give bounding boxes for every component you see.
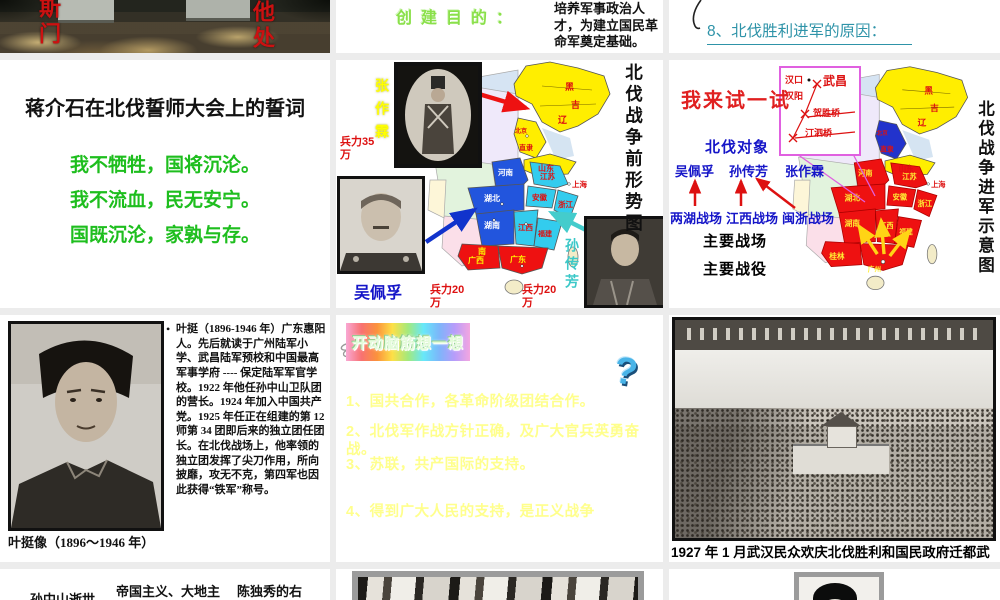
svg-text:直隶: 直隶 [519,143,533,152]
gate-structure-left [58,0,114,23]
portrait-hair [813,583,857,600]
target-wu-peifu: 吴佩孚 [675,164,715,179]
oath-line-2: 我不流血，民无安宁。 [69,190,260,211]
answer-1: 1、国共合作，各革命阶级团结合作。 [346,394,595,410]
curly-brace-icon [692,0,702,30]
target-zhang-zuolin: 张作霖 [785,164,825,179]
portrait-sketch [794,572,884,600]
banner-characters [687,328,981,340]
slide-victory-reasons[interactable]: 8、北伐胜利进军的原因： [669,0,1000,53]
wuhan-crowd-photo [672,317,996,541]
try-heading: 我来试一试 [681,90,791,112]
svg-text:福建: 福建 [537,229,553,238]
gate-structure-right [186,0,250,21]
target-sun-chuanfang: 孙传芳 [729,164,769,179]
wu-peifu-photo [337,176,425,274]
answer-3: 3、苏联，共产国际的支持。 [346,457,535,473]
slide-gate-photo[interactable]: 斯门 他处 [0,0,330,53]
building-photo [352,571,644,600]
slide-partial-photo[interactable] [336,569,663,600]
svg-text:辽: 辽 [918,116,927,127]
yeting-bio-block: • 叶挺（1896-1946 年）广东惠阳人。先后就读于广州陆军小学、武昌陆军预… [166,322,326,498]
advance-map-title: 北伐战争进军示意图 [975,100,994,276]
svg-text:辽: 辽 [558,114,568,125]
reasons-heading: 8、北伐胜利进军的原因： [707,19,913,45]
wu-force-label: 兵力20万 [430,284,465,308]
svg-text:湖北: 湖北 [484,193,500,203]
sky-band [675,350,993,408]
svg-text:广东: 广东 [510,254,526,264]
slide-partial-portrait[interactable] [669,569,1000,600]
zhang-force-label: 兵力35万 [340,136,375,161]
rainbow-banner: 开动脑筋想一想 [346,323,470,361]
slide-grid-page: 斯门 他处 创建目的： 培养军事政治人才，为建立国民革命军奠定基础。 8、北伐胜… [0,0,1000,600]
white-wall [793,444,889,474]
purpose-heading: 创建目的： [396,10,522,27]
oath-line-3: 国既沉沦，家孰与存。 [69,225,260,246]
yeting-bio-text: 叶挺（1896-1946 年）广东惠阳人。先后就读于广州陆军小学、武昌陆军预校和… [176,323,326,496]
wu-peifu-label: 吴佩孚 [354,285,403,302]
svg-text:安徽: 安徽 [893,192,908,201]
svg-text:河南: 河南 [498,167,513,177]
svg-text:上海: 上海 [931,180,946,189]
svg-text:广西: 广西 [468,255,484,265]
svg-text:北京: 北京 [876,129,888,137]
question-mark-icon: ? [610,349,641,395]
zhang-zuolin-photo [394,62,482,168]
slide-yeting[interactable]: 叶挺像（1896～1946 年） • 叶挺（1896-1946 年）广东惠阳人。… [0,315,330,562]
gate-couplet-left: 斯门 [36,0,61,48]
prewar-map-title: 北伐战争前形势图 [623,63,644,235]
bullet-icon: • [166,322,171,336]
slide-academy-purpose[interactable]: 创建目的： 培养军事政治人才，为建立国民革命军奠定基础。 [336,0,663,53]
oath-title: 蒋介石在北伐誓师大会上的誓词 [25,98,305,120]
slide-wuhan-celebration[interactable]: 1927 年 1 月武汉民众欢庆北伐胜利和国民政府迁都武汉 [669,315,1000,562]
svg-text:安徽: 安徽 [532,192,547,202]
slide-prewar-map[interactable]: 黑 吉 辽 北京 直隶 山东 河南 江苏 上海 安徽 湖北 浙江 湖南 江西 福… [336,60,663,308]
battlefield-jiangxi: 江西战场 [726,211,779,226]
svg-text:黑: 黑 [565,82,574,92]
pavilion-body [827,426,857,448]
oath-line-1: 我不牺牲，国将沉沦。 [69,155,260,176]
svg-text:吉: 吉 [571,99,580,110]
svg-text:浙江: 浙江 [918,199,933,208]
svg-text:上海: 上海 [572,179,587,189]
svg-text:广州: 广州 [868,264,882,273]
purpose-body: 培养军事政治人才，为建立国民革命军奠定基础。 [554,1,659,50]
slide-think[interactable]: 开动脑筋想一想 ? 1、国共合作，各革命阶级团结合作。 2、北伐军作战方针正确，… [336,315,663,562]
gate-couplet-right: 他处 [250,0,275,52]
svg-text:湖北: 湖北 [845,192,861,202]
svg-text:江苏: 江苏 [902,172,917,181]
pavilion-roof [821,412,861,426]
svg-text:黑: 黑 [924,86,933,96]
svg-text:河南: 河南 [858,168,872,177]
svg-text:北京: 北京 [515,127,527,135]
sun-force-label: 兵力20万 [522,284,557,308]
slide-partial-flowchart[interactable]: 孙中山逝世 帝国主义、大地主 陈独秀的右 [0,569,330,600]
answer-2: 2、北伐军作战方针正确，及广大官兵英勇奋战。 [346,424,640,459]
banner-title: 开动脑筋想一想 [351,334,464,352]
battlefield-minzhe: 闽浙战场 [782,211,835,226]
battlefield-lianghu: 两湖战场 [670,211,723,226]
svg-text:湖南: 湖南 [484,220,500,230]
fragment-chen-duxiu: 陈独秀的右 [237,584,303,599]
svg-text:浙江: 浙江 [558,199,573,209]
slide-advance-map[interactable]: 黑 吉 辽 北京 直隶 山东 河南 江苏 上海 安徽 湖北 浙江 湖南 江西 福… [669,60,1000,308]
sun-chuanfang-label: 孙传芳 [564,238,580,292]
svg-text:江苏: 江苏 [540,171,555,181]
main-battles-label: 主要战役 [703,262,768,278]
targets-heading: 北伐对象 [705,139,770,156]
wuhan-caption: 1927 年 1 月武汉民众欢庆北伐胜利和国民政府迁都武汉 [671,545,990,560]
yeting-photo [8,321,164,531]
answer-4: 4、得到广大人民的支持，是正义战争 [346,504,595,520]
svg-text:吉: 吉 [930,102,939,113]
svg-text:直隶: 直隶 [880,144,894,153]
main-battlefield-label: 主要战场 [703,234,768,250]
svg-text:南: 南 [478,246,486,256]
yeting-caption: 叶挺像（1896～1946 年） [8,535,155,550]
fragment-imperialism: 帝国主义、大地主 [116,584,221,599]
svg-text:桂林: 桂林 [828,251,845,261]
fragment-sun-yatsen: 孙中山逝世 [30,592,96,600]
svg-text:湖南: 湖南 [845,218,861,228]
slide-chiang-oath[interactable]: 蒋介石在北伐誓师大会上的誓词 我不牺牲，国将沉沦。 我不流血，民无安宁。 国既沉… [0,60,330,308]
